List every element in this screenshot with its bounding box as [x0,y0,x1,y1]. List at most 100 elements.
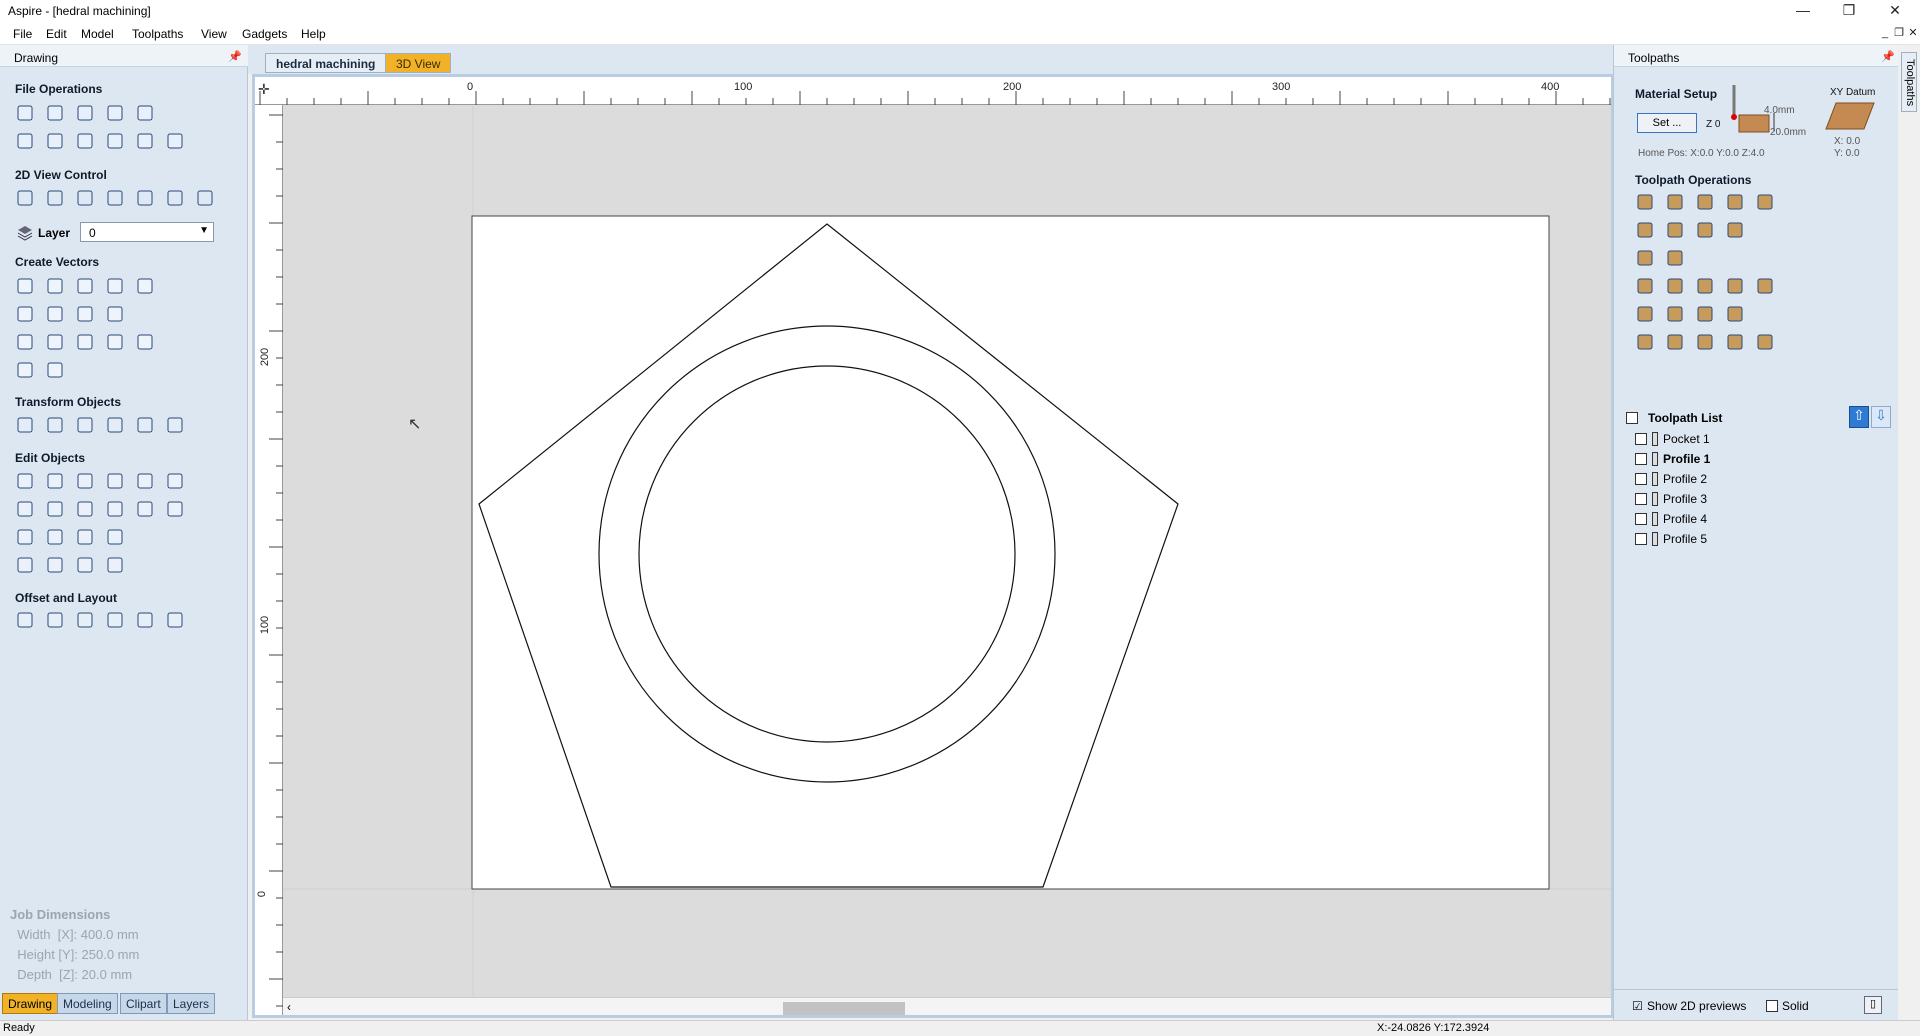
close-button[interactable]: ✕ [1872,0,1918,22]
draw-tool-icon[interactable] [15,360,35,380]
merge-icon[interactable] [1725,332,1745,352]
toolpath-list-item[interactable]: Profile 5 [1635,532,1707,546]
v-node-icon[interactable] [45,527,65,547]
drill-icon[interactable] [1695,192,1715,212]
project-icon[interactable] [1695,304,1715,324]
material-set-button[interactable]: Set ... [1637,113,1697,133]
ruler-origin-icon[interactable]: ✛ [258,81,278,101]
copy-along-icon[interactable] [105,610,125,630]
rotate-icon[interactable] [75,415,95,435]
vcarve-icon[interactable] [1635,220,1655,240]
array-icon[interactable] [75,610,95,630]
nest-icon[interactable] [45,610,65,630]
toolpath-checkbox[interactable] [1635,473,1647,485]
move-down-icon[interactable]: ⇩ [1871,406,1891,428]
boolean-icon[interactable] [105,471,125,491]
rough-3d-icon[interactable] [1635,304,1655,324]
tab-drawing[interactable]: Drawing [2,993,59,1014]
smooth-icon[interactable] [75,527,95,547]
polyline-icon[interactable] [15,304,35,324]
circle-node-icon[interactable] [15,555,35,575]
fillet-icon[interactable] [105,499,125,519]
open-folder-icon[interactable] [105,103,125,123]
side-tab-toolpaths[interactable]: Toolpaths [1901,52,1917,112]
toolpath-checkbox[interactable] [1635,493,1647,505]
arc-icon[interactable] [45,304,65,324]
finish-3d-icon[interactable] [1665,304,1685,324]
new-file-icon[interactable] [15,103,35,123]
trim-icon[interactable] [75,471,95,491]
toolpath-list-item[interactable]: Pocket 1 [1635,432,1710,446]
pocket-icon[interactable] [1665,192,1685,212]
toolpath-list-item[interactable]: Profile 3 [1635,492,1707,506]
2d-view-canvas[interactable]: 0 100 200 300 400 200 100 0 ✛ ↖ ‹ [252,74,1614,1018]
minimize-button[interactable]: — [1780,0,1826,22]
autolayout-icon[interactable] [105,332,125,352]
wrap-icon[interactable] [1725,304,1745,324]
join-icon[interactable] [15,499,35,519]
offset-icon[interactable] [15,610,35,630]
open-file-icon[interactable] [45,103,65,123]
redo-icon[interactable] [165,131,185,151]
toolpath-list-item[interactable]: Profile 2 [1635,472,1707,486]
circle-icon[interactable] [15,276,35,296]
distort-icon[interactable] [135,415,155,435]
profile-icon[interactable] [1635,192,1655,212]
rectangle-icon[interactable] [75,276,95,296]
menu-help[interactable]: Help [301,27,326,41]
tool-database-icon[interactable] [1635,276,1655,296]
texture-icon[interactable] [1725,192,1745,212]
pan-icon[interactable] [15,188,35,208]
menu-view[interactable]: View [201,27,227,41]
chevron-icon[interactable] [105,555,125,575]
extend-icon[interactable] [75,499,95,519]
tab-modeling[interactable]: Modeling [57,993,118,1014]
inlay-icon[interactable] [1755,192,1775,212]
mirror-node-icon[interactable] [105,527,125,547]
zoom-icon[interactable] [45,188,65,208]
copy-icon[interactable] [75,131,95,151]
prism-icon[interactable] [1725,220,1745,240]
horizontal-scrollbar[interactable]: ‹ [283,997,1611,1015]
simulate-icon[interactable] [1635,332,1655,352]
zoom-extents-icon[interactable] [75,188,95,208]
toolpath-list-item[interactable]: Profile 1 [1635,452,1710,466]
menu-toolpaths[interactable]: Toolpaths [132,27,183,41]
layer-select[interactable]: 0 ▼ [80,222,214,242]
view-c-icon[interactable] [195,188,215,208]
3d-finish-icon[interactable] [1665,248,1685,268]
pin-icon[interactable]: 📌 [228,50,242,63]
text-box-icon[interactable] [45,332,65,352]
curve-icon[interactable] [75,304,95,324]
toolpath-checkbox[interactable] [1635,433,1647,445]
cut-icon[interactable] [45,131,65,151]
timer-icon[interactable] [1695,332,1715,352]
polygon-icon[interactable] [105,276,125,296]
scroll-left-icon[interactable]: ‹ [287,1000,291,1014]
menu-model[interactable]: Model [81,27,114,41]
select-icon[interactable] [15,471,35,491]
dimension-icon[interactable] [45,360,65,380]
menu-file[interactable]: File [13,27,32,41]
angle-icon[interactable] [75,555,95,575]
tab-clipart[interactable]: Clipart [120,993,167,1014]
node-edit-icon[interactable] [45,471,65,491]
abc-icon[interactable] [135,332,155,352]
align-icon[interactable] [165,415,185,435]
tab-3d-view[interactable]: 3D View [385,53,452,73]
import-icon[interactable] [135,103,155,123]
show-2d-checkbox-icon[interactable]: ☑ [1632,999,1643,1013]
undo-icon[interactable] [135,131,155,151]
delete-toolpath-icon[interactable] [1725,276,1745,296]
edit-toolpath-icon[interactable] [1665,276,1685,296]
mirror-icon[interactable] [105,415,125,435]
toolpath-checkbox[interactable] [1635,533,1647,545]
preview-icon[interactable] [1665,332,1685,352]
toolpath-checkbox[interactable] [1635,513,1647,525]
toolpath-list-item[interactable]: Profile 4 [1635,512,1707,526]
view-b-icon[interactable] [165,188,185,208]
move-icon[interactable] [15,415,35,435]
calculate-icon[interactable] [1755,276,1775,296]
tab-hedral-machining[interactable]: hedral machining [265,53,387,73]
menu-gadgets[interactable]: Gadgets [242,27,287,41]
